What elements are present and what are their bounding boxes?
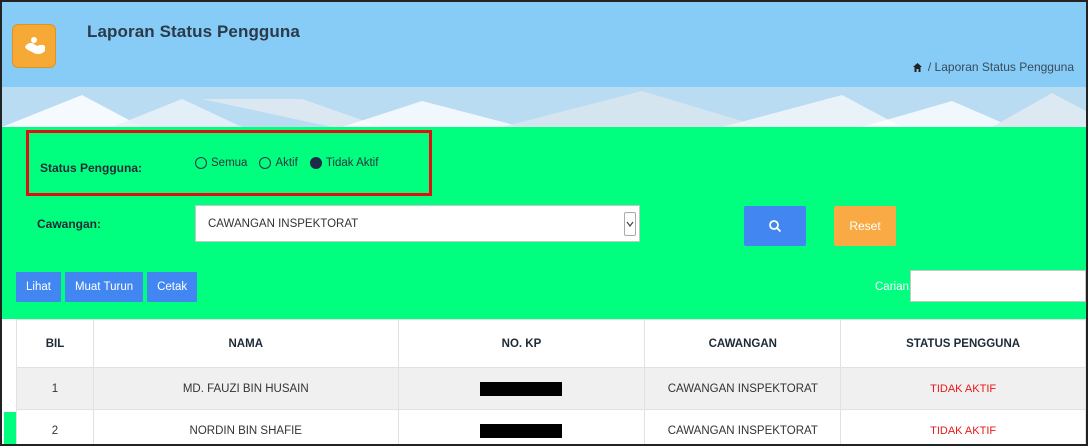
radio-semua[interactable]: Semua [195,157,247,169]
cell-bil: 1 [16,367,94,410]
column-header-status[interactable]: STATUS PENGGUNA [840,319,1086,368]
breadcrumb-current: / Laporan Status Pengguna [927,60,1074,74]
carian-label: Carian: [875,281,913,293]
cell-status: TIDAK AKTIF [840,367,1086,410]
radio-circle-icon [195,157,207,169]
search-icon [769,220,782,233]
cell-cawangan: CAWANGAN INSPEKTORAT [644,367,842,410]
cell-no-kp [397,409,646,444]
breadcrumb: / Laporan Status Pengguna [912,60,1074,74]
cell-bil: 2 [16,409,94,444]
radio-semua-label: Semua [211,157,248,169]
status-pengguna-label: Status Pengguna: [40,161,143,175]
status-text: TIDAK AKTIF [930,382,997,395]
carian-input[interactable] [910,270,1086,302]
column-header-cawangan[interactable]: CAWANGAN [644,319,842,368]
cawangan-select[interactable]: CAWANGAN INSPEKTORAT [195,205,640,242]
cell-no-kp [397,367,646,410]
app-frame: Laporan Status Pengguna / Laporan Status… [0,0,1088,446]
decorative-banner [2,87,1086,127]
reset-button[interactable]: Reset [834,206,896,246]
radio-circle-icon [259,157,272,169]
home-icon[interactable] [912,62,923,73]
user-status-table: BIL NAMA NO. KP CAWANGAN STATUS PENGGUNA… [16,319,1086,444]
radio-tidak-aktif-label: Tidak Aktif [325,157,379,169]
cawangan-selected-value: CAWANGAN INSPEKTORAT [208,217,359,230]
handshake-icon [25,37,45,55]
lihat-button[interactable]: Lihat [16,272,61,302]
redaction-bar [480,381,563,396]
table-header-row: BIL NAMA NO. KP CAWANGAN STATUS PENGGUNA [16,319,1086,368]
cetak-button[interactable]: Cetak [147,272,198,302]
cell-nama: MD. FAUZI BIN HUSAIN [92,367,399,410]
cell-nama: NORDIN BIN SHAFIE [92,409,399,444]
radio-aktif-label: Aktif [275,157,298,169]
chevron-down-icon[interactable] [624,212,636,236]
cell-cawangan: CAWANGAN INSPEKTORAT [644,409,842,444]
panel-edge [4,412,16,444]
app-logo [12,24,56,68]
radio-tidak-aktif[interactable]: Tidak Aktif [309,157,379,169]
page-header: Laporan Status Pengguna / Laporan Status… [2,2,1086,87]
search-button[interactable] [744,206,806,246]
action-toolbar: Lihat Muat Turun Cetak [16,272,198,302]
radio-aktif[interactable]: Aktif [259,157,298,169]
table-row[interactable]: 1 MD. FAUZI BIN HUSAIN CAWANGAN INSPEKTO… [16,367,1086,410]
radio-checked-icon [309,157,322,169]
banner-pattern [2,87,1086,127]
column-header-nama[interactable]: NAMA [92,319,399,368]
column-header-bil[interactable]: BIL [16,319,94,368]
column-header-no-kp[interactable]: NO. KP [397,319,646,368]
cawangan-label: Cawangan: [37,217,102,231]
cell-status: TIDAK AKTIF [840,409,1086,444]
status-text: TIDAK AKTIF [930,424,997,437]
status-radio-group: Semua Aktif Tidak Aktif [195,157,390,169]
muat-turun-button[interactable]: Muat Turun [64,272,144,302]
table-row[interactable]: 2 NORDIN BIN SHAFIE CAWANGAN INSPEKTORAT… [16,409,1086,444]
redaction-bar [480,423,563,438]
page-title: Laporan Status Pengguna [87,22,300,41]
